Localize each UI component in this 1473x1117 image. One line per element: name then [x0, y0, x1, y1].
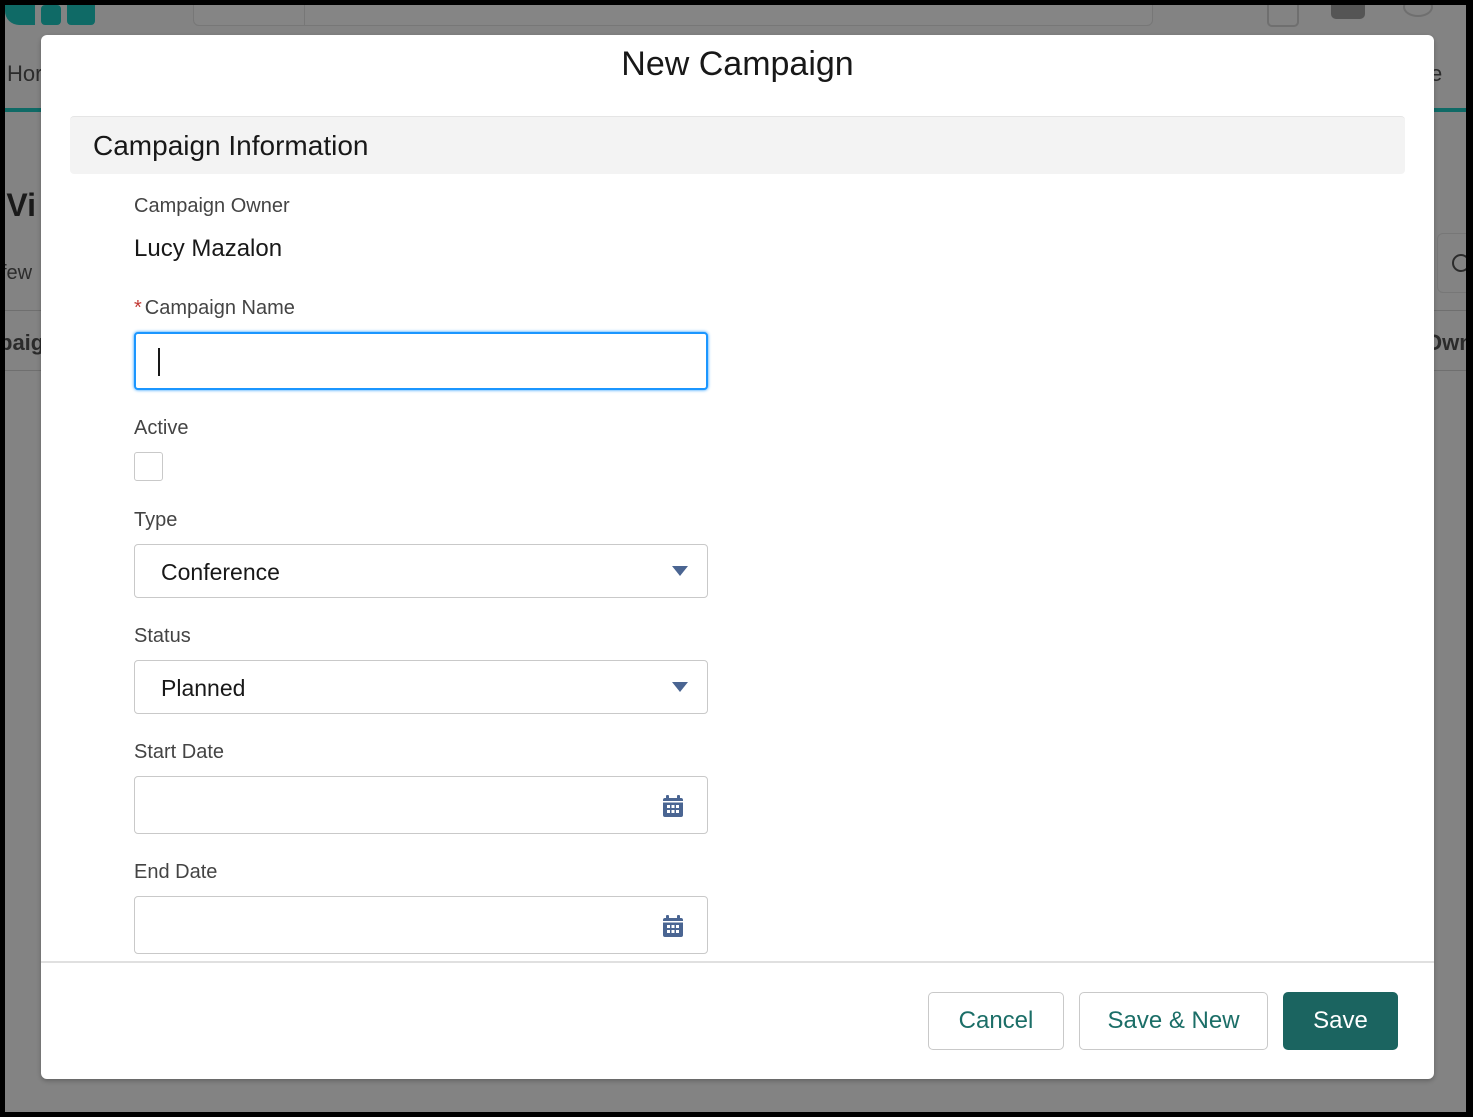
- nav-active-indicator: [5, 108, 45, 112]
- start-date-label: Start Date: [134, 741, 225, 763]
- list-search-button[interactable]: [1437, 233, 1466, 293]
- campaign-name-label-text: Campaign Name: [144, 297, 295, 319]
- setup-icon[interactable]: [1403, 5, 1433, 17]
- cancel-button[interactable]: Cancel: [928, 992, 1064, 1050]
- chevron-down-icon: [672, 682, 688, 692]
- type-selected-value: Conference: [161, 559, 280, 585]
- type-select[interactable]: Conference: [134, 544, 708, 598]
- app-logo: [5, 5, 97, 25]
- campaign-name-label: * Campaign Name: [134, 297, 295, 320]
- chevron-down-icon: [672, 566, 688, 576]
- save-button[interactable]: Save: [1283, 992, 1398, 1050]
- type-label: Type: [134, 509, 178, 531]
- campaign-name-input[interactable]: [134, 332, 708, 390]
- status-label: Status: [134, 625, 191, 647]
- campaign-owner-label: Campaign Owner: [134, 195, 290, 217]
- calendar-icon[interactable]: [661, 914, 685, 938]
- nav-active-indicator-right: [1433, 108, 1466, 112]
- search-icon: [1452, 254, 1466, 272]
- list-view-subtitle: few: [5, 262, 33, 284]
- save-and-new-button[interactable]: Save & New: [1079, 992, 1268, 1050]
- app-backdrop: Hor e r Vi few paig Own New Campaign Cam…: [5, 5, 1466, 1112]
- section-header[interactable]: Campaign Information: [70, 116, 1405, 174]
- text-caret: [158, 348, 160, 376]
- end-date-input[interactable]: [134, 896, 708, 954]
- end-date-label: End Date: [134, 861, 218, 883]
- list-view-title: r Vi: [5, 187, 36, 223]
- calendar-icon[interactable]: [661, 794, 685, 818]
- column-header-campaign[interactable]: paig: [5, 330, 44, 356]
- section-title: Campaign Information: [93, 130, 369, 161]
- status-select[interactable]: Planned: [134, 660, 708, 714]
- campaign-owner-value: Lucy Mazalon: [134, 235, 283, 262]
- active-checkbox[interactable]: [134, 452, 163, 481]
- new-campaign-modal: New Campaign Campaign Information Campai…: [41, 35, 1434, 1079]
- nav-tab-home[interactable]: Hor: [7, 61, 42, 87]
- favorites-icon[interactable]: [1267, 5, 1299, 27]
- modal-footer-divider: [41, 961, 1434, 963]
- start-date-input[interactable]: [134, 776, 708, 834]
- active-label: Active: [134, 417, 189, 439]
- help-icon[interactable]: [1331, 5, 1365, 19]
- required-marker: *: [134, 297, 142, 319]
- global-search-bar[interactable]: [193, 5, 1153, 26]
- modal-title: New Campaign: [621, 45, 854, 83]
- status-selected-value: Planned: [161, 675, 246, 701]
